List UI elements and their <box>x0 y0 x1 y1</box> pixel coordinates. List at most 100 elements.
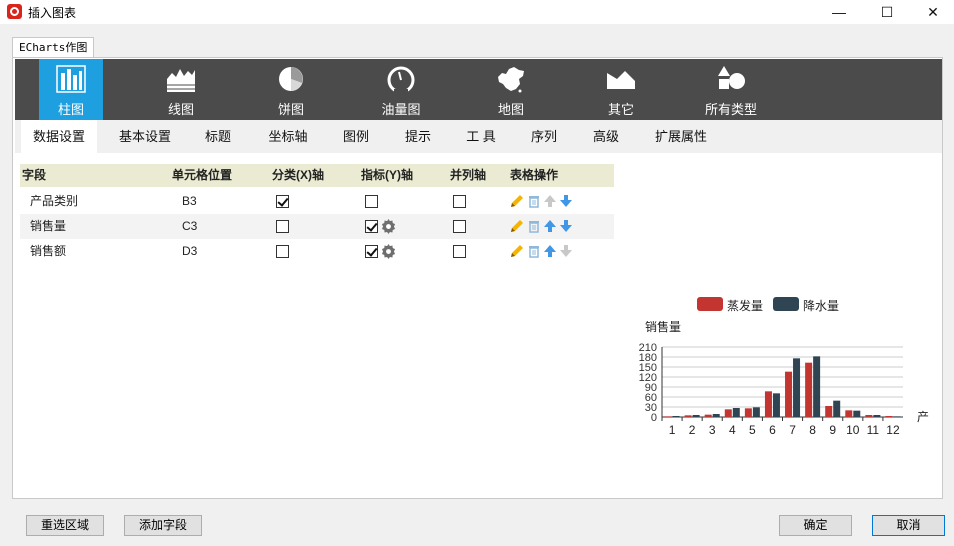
bar-precipitation <box>712 414 720 417</box>
x-tick-label: 8 <box>809 423 816 437</box>
close-button[interactable]: ✕ <box>910 0 954 24</box>
legend-swatch <box>697 297 723 311</box>
cell-position: C3 <box>182 219 198 233</box>
data-settings-content: 字段 单元格位置 分类(X)轴 指标(Y)轴 并列轴 表格操作 产品类别 B3 … <box>15 153 942 497</box>
bar-precipitation <box>873 415 881 417</box>
area-line-chart-icon <box>167 69 195 92</box>
bar-precipitation <box>672 416 680 417</box>
bar-evaporation <box>825 406 833 417</box>
bar-precipitation <box>833 400 841 417</box>
move-up-icon[interactable] <box>543 219 557 233</box>
edit-pencil-icon[interactable] <box>510 244 524 258</box>
parallel-axis-checkbox[interactable] <box>453 220 466 233</box>
column-header-y-axis: 指标(Y)轴 <box>361 168 413 182</box>
bar-evaporation <box>684 415 692 417</box>
tab-data-settings[interactable]: 数据设置 <box>21 120 97 153</box>
shapes-icon <box>718 66 745 89</box>
parallel-axis-checkbox[interactable] <box>453 245 466 258</box>
tab-basic-settings[interactable]: 基本设置 <box>111 120 179 153</box>
parallel-axis-checkbox[interactable] <box>453 195 466 208</box>
x-axis-checkbox[interactable] <box>276 195 289 208</box>
delete-trash-icon[interactable] <box>527 219 541 233</box>
bar-evaporation <box>865 415 873 417</box>
legend-swatch <box>773 297 799 311</box>
tab-legend[interactable]: 图例 <box>331 120 381 153</box>
x-tick-label: 9 <box>829 423 836 437</box>
chart-type-bar[interactable]: 柱图 <box>39 59 103 120</box>
y-axis-label: 销售量 <box>645 321 681 334</box>
bar-precipitation <box>772 393 780 417</box>
tab-tooltip[interactable]: 提示 <box>393 120 443 153</box>
tab-series[interactable]: 序列 <box>519 120 569 153</box>
outer-tab-bar: ECharts作图 <box>12 37 95 58</box>
y-tick-label: 210 <box>639 342 657 354</box>
table-row[interactable]: 产品类别 B3 <box>20 189 614 214</box>
bar-precipitation <box>732 408 740 417</box>
tab-tools[interactable]: 工 具 <box>455 120 507 153</box>
add-field-button[interactable]: 添加字段 <box>124 515 202 536</box>
minimize-button[interactable]: — <box>816 0 862 24</box>
title-bar: 插入图表 — ☐ ✕ <box>0 0 954 24</box>
bar-precipitation <box>893 416 901 417</box>
chart-type-gauge[interactable]: 油量图 <box>369 59 433 120</box>
x-axis-checkbox[interactable] <box>276 245 289 258</box>
x-tick-label: 11 <box>867 423 880 437</box>
tab-extended-properties[interactable]: 扩展属性 <box>643 120 719 153</box>
edit-pencil-icon[interactable] <box>510 194 524 208</box>
bar-precipitation <box>692 415 700 417</box>
delete-trash-icon[interactable] <box>527 244 541 258</box>
chart-type-label: 饼图 <box>277 102 304 117</box>
bar-evaporation <box>845 410 853 417</box>
y-axis-checkbox[interactable] <box>365 220 378 233</box>
ok-button[interactable]: 确定 <box>779 515 852 536</box>
bar-precipitation <box>793 358 801 417</box>
chart-type-all[interactable]: 所有类型 <box>699 59 763 120</box>
move-down-icon[interactable] <box>559 219 573 233</box>
column-header-parallel-axis: 并列轴 <box>450 168 487 182</box>
legend-label: 蒸发量 <box>727 299 764 313</box>
table-row[interactable]: 销售额 D3 <box>20 239 614 264</box>
china-map-icon <box>498 67 524 93</box>
series-settings-gear-icon[interactable] <box>381 219 396 234</box>
cell-position: D3 <box>182 244 198 258</box>
move-down-icon[interactable] <box>559 194 573 208</box>
pie-chart-icon <box>279 67 303 91</box>
tab-title[interactable]: 标题 <box>193 120 243 153</box>
x-tick-label: 7 <box>789 423 796 437</box>
chart-type-line[interactable]: 线图 <box>149 59 213 120</box>
tab-advanced[interactable]: 高级 <box>581 120 631 153</box>
series-settings-gear-icon[interactable] <box>381 244 396 259</box>
chart-type-pie[interactable]: 饼图 <box>259 59 323 120</box>
x-axis-checkbox[interactable] <box>276 220 289 233</box>
move-down-icon[interactable] <box>559 244 573 258</box>
edit-pencil-icon[interactable] <box>510 219 524 233</box>
table-row[interactable]: 销售量 C3 <box>20 214 614 239</box>
window-title: 插入图表 <box>28 6 77 20</box>
tab-axis[interactable]: 坐标轴 <box>257 120 319 153</box>
reselect-range-button[interactable]: 重选区域 <box>26 515 104 536</box>
column-header-table-actions: 表格操作 <box>510 168 559 182</box>
maximize-button[interactable]: ☐ <box>864 0 910 24</box>
bar-evaporation <box>704 414 712 417</box>
chart-type-label: 所有类型 <box>704 102 757 117</box>
settings-tab-bar: 数据设置 基本设置 标题 坐标轴 图例 提示 工 具 序列 高级 扩展属性 <box>15 120 942 153</box>
chart-type-other[interactable]: 其它 <box>589 59 653 120</box>
move-up-icon[interactable] <box>543 244 557 258</box>
y-axis-checkbox[interactable] <box>365 195 378 208</box>
bar-precipitation <box>752 407 760 417</box>
move-up-icon[interactable] <box>543 194 557 208</box>
delete-trash-icon[interactable] <box>527 194 541 208</box>
x-tick-label: 6 <box>769 423 776 437</box>
bar-evaporation <box>764 391 772 417</box>
column-header-x-axis: 分类(X)轴 <box>272 168 324 182</box>
column-header-cell-position: 单元格位置 <box>172 168 233 182</box>
y-axis-checkbox[interactable] <box>365 245 378 258</box>
bar-precipitation <box>853 410 861 417</box>
cancel-button[interactable]: 取消 <box>872 515 945 536</box>
tab-echarts[interactable]: ECharts作图 <box>12 37 95 58</box>
chart-preview: 销售量03060901201501802101 2 3 4 5 6 7 8 9 10 11 12产 <box>639 321 929 437</box>
field-table-header: 字段 单元格位置 分类(X)轴 指标(Y)轴 并列轴 表格操作 <box>20 164 614 187</box>
x-tick-label: 2 <box>689 423 696 437</box>
chart-type-map[interactable]: 地图 <box>479 59 543 120</box>
chart-type-label: 地图 <box>497 102 524 117</box>
